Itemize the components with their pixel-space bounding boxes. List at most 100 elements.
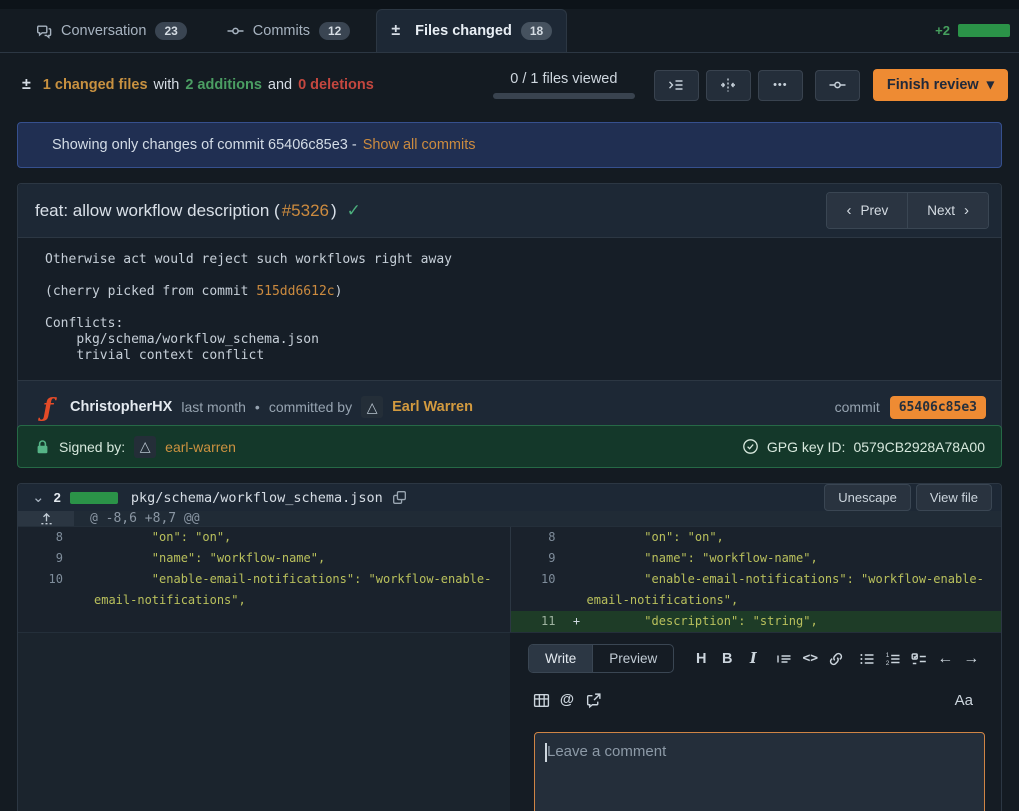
heading-icon[interactable]: H [688,646,714,672]
arrow-left-icon[interactable]: ← [932,646,958,672]
deletions-text: 0 deletions [298,77,374,93]
comment-textarea-wrapper [534,732,985,811]
view-file-button[interactable]: View file [916,484,992,511]
commit-status-check-icon[interactable]: ✓ [347,201,361,221]
additions-text: 2 additions [185,77,262,93]
unescape-button[interactable]: Unescape [824,484,911,511]
and-word: and [268,77,292,93]
write-tab[interactable]: Write [529,645,592,672]
diff-marker [567,569,587,611]
diff-row-right-8: 8 "on": "on", [511,527,1002,548]
arrow-right-icon[interactable]: → [958,646,984,672]
tab-conversation[interactable]: Conversation 23 [22,9,201,52]
commit-pagination: ‹ Prev Next › [826,192,989,229]
diff-marker [567,548,587,569]
blockquote-icon[interactable] [771,646,797,672]
diff-row-left-10: 10 "enable-email-notifications": "workfl… [18,569,510,611]
chevron-left-icon: ‹ [846,202,851,219]
pr-tab-bar: Conversation 23 Commits 12 ± Files chang… [0,9,1019,53]
commit-message-text: Otherwise act would reject such workflow… [45,252,452,299]
gpg-key-value: 0579CB2928A78A00 [853,439,985,455]
copy-file-path-icon[interactable] [392,490,407,505]
comment-editor-toolbar: Write Preview H B I <> [528,644,985,673]
line-number[interactable]: 10 [511,569,567,611]
top-strip [0,0,1019,9]
author-name[interactable]: ChristopherHX [70,399,172,415]
line-number[interactable]: 8 [18,527,74,548]
bold-icon[interactable]: B [714,646,740,672]
changed-files-count[interactable]: 1 changed files [43,77,148,93]
split-unified-toggle-button[interactable] [706,70,751,101]
show-all-commits-link[interactable]: Show all commits [363,137,476,153]
commit-hash-group: commit 65406c85e3 [835,396,986,419]
numbered-list-icon[interactable]: 1 2 [880,646,906,672]
code-line: "enable-email-notifications": "workflow-… [587,569,1002,611]
next-commit-button[interactable]: Next › [907,193,988,228]
svg-text:1: 1 [886,652,890,659]
expand-hunk-button[interactable] [18,511,74,526]
line-number[interactable]: 9 [18,548,74,569]
commits-count-badge: 12 [319,22,350,40]
commit-icon [227,23,244,39]
next-label: Next [927,203,955,218]
chevron-right-icon: › [964,202,969,219]
more-options-button[interactable]: ••• [758,70,803,101]
author-avatar[interactable]: ƒ [35,394,61,420]
commit-title-suffix: ) [331,201,337,221]
issue-reference-link[interactable]: #5326 [282,201,329,221]
code-line: "enable-email-notifications": "workflow-… [94,569,510,611]
finish-review-button[interactable]: Finish review ▾ [873,69,1008,101]
hunk-header-row: @ -8,6 +8,7 @@ [18,511,1001,527]
file-tree-icon [668,77,684,93]
files-viewed-bar [493,93,635,99]
file-tree-toggle-button[interactable] [654,70,699,101]
task-list-icon[interactable] [906,646,932,672]
committed-by-label: committed by [269,399,352,415]
diff-toolbar: 0 / 1 files viewed [493,69,1008,101]
committer-avatar[interactable]: △ [361,396,383,418]
link-icon[interactable] [823,646,849,672]
diff-stat-summary: +2 [935,9,1019,52]
text-size-toggle[interactable]: Aa [955,692,973,709]
code-line: "on": "on", [94,527,510,548]
line-number[interactable]: 10 [18,569,74,611]
tab-files-changed[interactable]: ± Files changed 18 [376,9,567,52]
comment-textarea[interactable] [534,732,985,811]
signer-avatar[interactable]: △ [134,436,156,458]
file-diff-header: ⌄ 2 pkg/schema/workflow_schema.json Unes… [18,484,1001,511]
collapse-file-chevron-icon[interactable]: ⌄ [32,493,45,503]
diff-subheader: ± 1 changed files with 2 additions and 0… [0,62,1019,108]
commit-filter-banner: Showing only changes of commit 65406c85e… [17,122,1002,168]
committer-name[interactable]: Earl Warren [392,399,473,415]
diff-icon: ± [391,22,400,40]
signed-by-label: Signed by: [59,439,125,455]
shield-check-icon [742,438,759,455]
signed-commit-banner: Signed by: △ earl-warren GPG key ID: 057… [17,425,1002,468]
commit-word-label: commit [835,399,880,415]
signer-name-link[interactable]: earl-warren [165,439,236,455]
lock-icon [35,439,50,455]
commit-hash-badge[interactable]: 65406c85e3 [890,396,986,419]
mention-icon[interactable]: @ [554,687,580,713]
tab-conversation-label: Conversation [61,23,146,39]
line-number[interactable]: 8 [511,527,567,548]
line-number[interactable]: 11 [511,611,567,632]
table-icon[interactable] [528,687,554,713]
gpg-key-group: GPG key ID: 0579CB2928A78A00 [742,438,985,455]
plusminus-icon: ± [22,76,31,94]
cherry-pick-commit-link[interactable]: 515dd6612c [256,284,334,299]
files-changed-count-badge: 18 [521,22,552,40]
preview-tab[interactable]: Preview [592,645,673,672]
line-number[interactable]: 9 [511,548,567,569]
tab-commits[interactable]: Commits 12 [213,9,365,52]
file-changed-lines-count: 2 [54,490,61,505]
prev-commit-button[interactable]: ‹ Prev [827,193,907,228]
italic-icon[interactable]: I [740,646,766,672]
code-line: "name": "workflow-name", [587,548,1002,569]
bullet-list-icon[interactable] [854,646,880,672]
code-icon[interactable]: <> [797,646,823,672]
pull-request-files-changed-page: Conversation 23 Commits 12 ± Files chang… [0,0,1019,811]
reference-icon[interactable] [580,687,606,713]
file-name[interactable]: pkg/schema/workflow_schema.json [131,490,383,506]
commit-select-button[interactable] [815,70,860,101]
